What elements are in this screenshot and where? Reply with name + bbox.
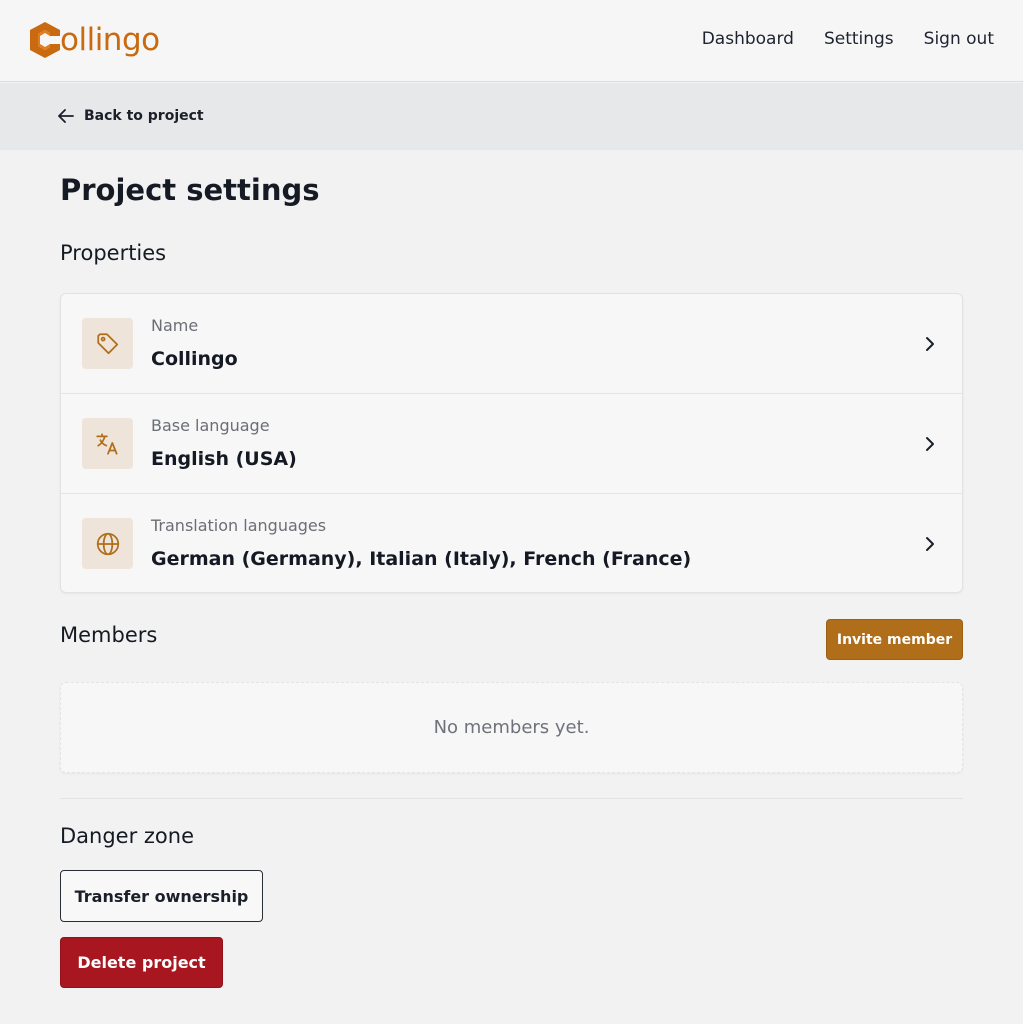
nav-dashboard-link[interactable]: Dashboard bbox=[702, 28, 794, 50]
back-bar: Back to project bbox=[0, 83, 1023, 150]
back-to-project-link[interactable]: Back to project bbox=[58, 106, 204, 126]
nav-settings-link[interactable]: Settings bbox=[824, 28, 894, 50]
property-label: Name bbox=[151, 316, 199, 335]
main-nav: Dashboard Settings Sign out bbox=[702, 28, 994, 50]
property-label: Base language bbox=[151, 416, 270, 435]
nav-sign-out-link[interactable]: Sign out bbox=[924, 28, 994, 50]
chevron-right-icon bbox=[926, 437, 934, 451]
property-label: Translation languages bbox=[151, 516, 327, 535]
property-row-base-language[interactable]: Base language English (USA) bbox=[61, 394, 962, 494]
chevron-right-icon bbox=[926, 537, 934, 551]
members-empty-state: No members yet. bbox=[60, 682, 963, 773]
members-empty-text: No members yet. bbox=[433, 717, 590, 738]
top-navigation-bar: ollingo Dashboard Settings Sign out bbox=[0, 0, 1023, 82]
brand-name: ollingo bbox=[60, 21, 160, 58]
delete-project-button[interactable]: Delete project bbox=[60, 937, 223, 988]
brand-logo[interactable]: ollingo bbox=[28, 20, 160, 60]
arrow-left-icon bbox=[58, 109, 74, 123]
page-title: Project settings bbox=[60, 173, 320, 207]
back-link-label: Back to project bbox=[84, 108, 204, 124]
collingo-logo-icon bbox=[30, 22, 60, 58]
transfer-ownership-button[interactable]: Transfer ownership bbox=[60, 870, 263, 922]
danger-zone-heading: Danger zone bbox=[60, 824, 195, 848]
globe-icon bbox=[82, 518, 133, 569]
property-value: German (Germany), Italian (Italy), Frenc… bbox=[151, 548, 692, 570]
properties-card: Name Collingo Base language English (USA… bbox=[60, 293, 963, 593]
tag-icon bbox=[82, 318, 133, 369]
properties-heading: Properties bbox=[60, 241, 167, 265]
translate-icon bbox=[82, 418, 133, 469]
members-heading: Members bbox=[60, 623, 158, 647]
section-divider bbox=[60, 798, 963, 799]
property-row-translation-languages[interactable]: Translation languages German (Germany), … bbox=[61, 494, 962, 594]
property-value: English (USA) bbox=[151, 448, 297, 470]
chevron-right-icon bbox=[926, 337, 934, 351]
property-row-name[interactable]: Name Collingo bbox=[61, 294, 962, 394]
invite-member-button[interactable]: Invite member bbox=[826, 619, 963, 660]
property-value: Collingo bbox=[151, 348, 238, 370]
